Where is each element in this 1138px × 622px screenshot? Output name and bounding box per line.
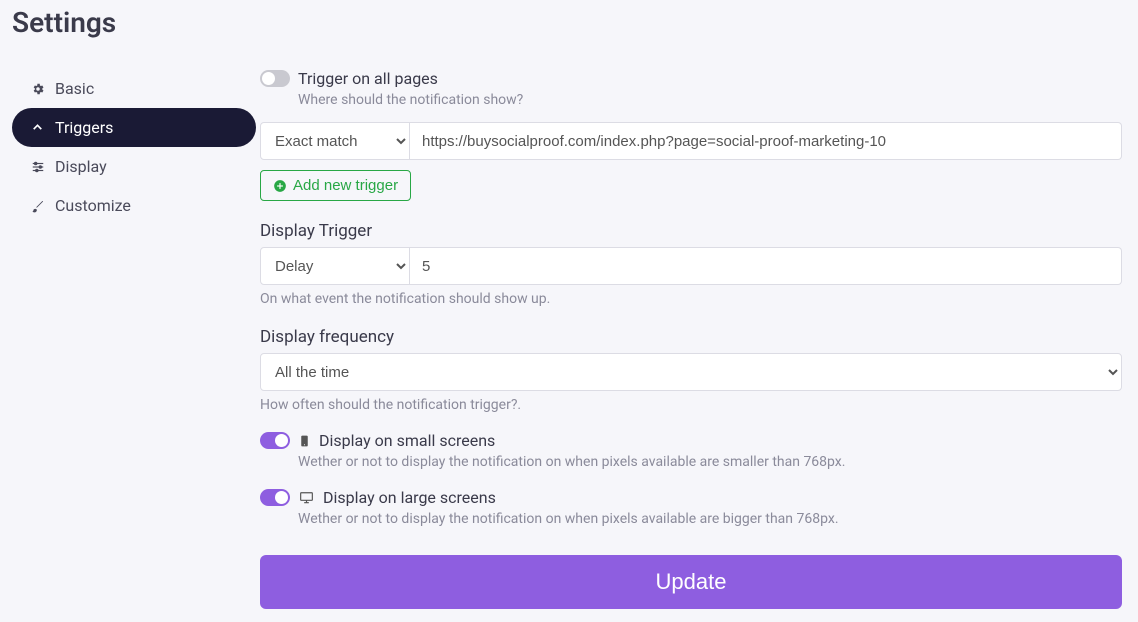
trigger-all-pages-label: Trigger on all pages [298, 69, 438, 88]
desktop-icon [298, 491, 315, 505]
display-large-help: Wether or not to display the notificatio… [298, 511, 1122, 527]
trigger-all-pages-help: Where should the notification show? [298, 92, 1122, 108]
mobile-icon [298, 433, 311, 449]
display-frequency-help: How often should the notification trigge… [260, 397, 1122, 413]
sidebar-item-customize[interactable]: Customize [12, 186, 256, 225]
gear-icon [30, 81, 45, 96]
settings-sidebar: Basic Triggers Display Customize [0, 69, 260, 609]
sidebar-item-label: Display [55, 157, 107, 176]
update-button[interactable]: Update [260, 555, 1122, 609]
display-trigger-help: On what event the notification should sh… [260, 291, 1122, 307]
display-trigger-type-select[interactable]: Delay [260, 247, 410, 285]
plus-circle-icon [273, 179, 287, 193]
display-trigger-value-input[interactable] [410, 247, 1122, 285]
trigger-all-pages-toggle[interactable] [260, 70, 290, 87]
chevron-up-icon [30, 120, 45, 135]
trigger-match-type-select[interactable]: Exact match [260, 122, 410, 160]
display-large-label: Display on large screens [323, 488, 496, 507]
sidebar-item-label: Triggers [55, 118, 113, 137]
display-large-toggle[interactable] [260, 489, 290, 506]
sidebar-item-triggers[interactable]: Triggers [12, 108, 256, 147]
display-frequency-select[interactable]: All the time [260, 353, 1122, 391]
display-small-label: Display on small screens [319, 431, 495, 450]
sidebar-item-label: Basic [55, 79, 94, 98]
display-small-help: Wether or not to display the notificatio… [298, 454, 1122, 470]
page-title: Settings [0, 0, 1138, 39]
display-frequency-label: Display frequency [260, 327, 1122, 347]
display-small-toggle[interactable] [260, 432, 290, 449]
sidebar-item-display[interactable]: Display [12, 147, 256, 186]
add-new-trigger-label: Add new trigger [293, 177, 398, 194]
display-trigger-label: Display Trigger [260, 221, 1122, 241]
content-area: Trigger on all pages Where should the no… [260, 69, 1138, 609]
sliders-icon [30, 159, 45, 174]
sidebar-item-label: Customize [55, 196, 131, 215]
brush-icon [30, 198, 45, 213]
add-new-trigger-button[interactable]: Add new trigger [260, 170, 411, 201]
sidebar-item-basic[interactable]: Basic [12, 69, 256, 108]
trigger-url-input[interactable] [410, 122, 1122, 160]
